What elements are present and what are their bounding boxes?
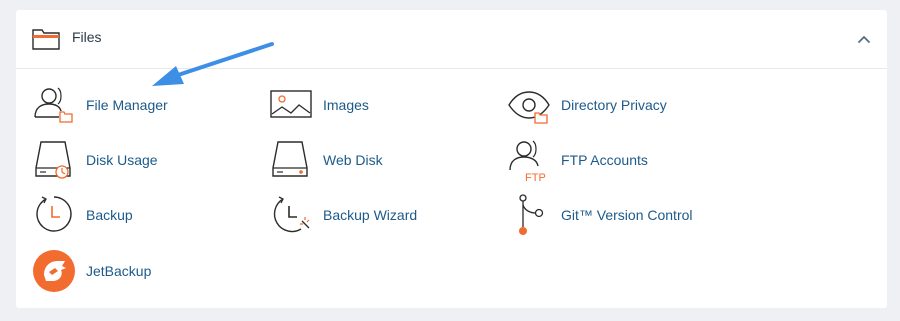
item-label: Backup [86,207,133,223]
ftp-accounts-link[interactable]: FTP FTP Accounts [507,138,648,182]
folder-icon [32,29,60,50]
directory-privacy-link[interactable]: Directory Privacy [507,83,667,127]
web-disk-icon [272,141,308,177]
directory-privacy-icon [508,91,550,124]
backup-wizard-icon [273,196,310,233]
git-version-control-link[interactable]: Git™ Version Control [507,193,693,237]
item-label: File Manager [86,97,168,113]
ftp-badge-text: FTP [525,172,546,182]
item-label: Images [323,97,369,113]
jetbackup-link[interactable]: JetBackup [32,249,151,293]
images-link[interactable]: Images [269,83,369,127]
file-manager-link[interactable]: File Manager [32,83,168,127]
files-panel: Files File Manager Images Directory Priv [16,10,887,308]
files-section-header[interactable]: Files [16,10,887,69]
ftp-accounts-icon: FTP [509,140,546,182]
item-label: FTP Accounts [561,152,648,168]
web-disk-link[interactable]: Web Disk [269,138,383,182]
backup-link[interactable]: Backup [32,193,133,237]
disk-usage-link[interactable]: Disk Usage [32,138,158,182]
item-label: JetBackup [86,263,152,279]
item-label: Git™ Version Control [561,207,693,223]
backup-icon [36,196,72,232]
item-label: Web Disk [323,152,383,168]
chevron-up-icon[interactable] [857,32,871,46]
item-label: Disk Usage [86,152,158,168]
git-version-control-icon [519,194,544,235]
file-manager-icon [34,87,73,123]
section-title: Files [72,29,102,45]
jetbackup-icon [33,250,75,292]
disk-usage-icon [35,141,71,179]
item-label: Backup Wizard [323,207,418,223]
images-icon [270,90,312,118]
backup-wizard-link[interactable]: Backup Wizard [269,193,417,237]
item-label: Directory Privacy [561,97,667,113]
